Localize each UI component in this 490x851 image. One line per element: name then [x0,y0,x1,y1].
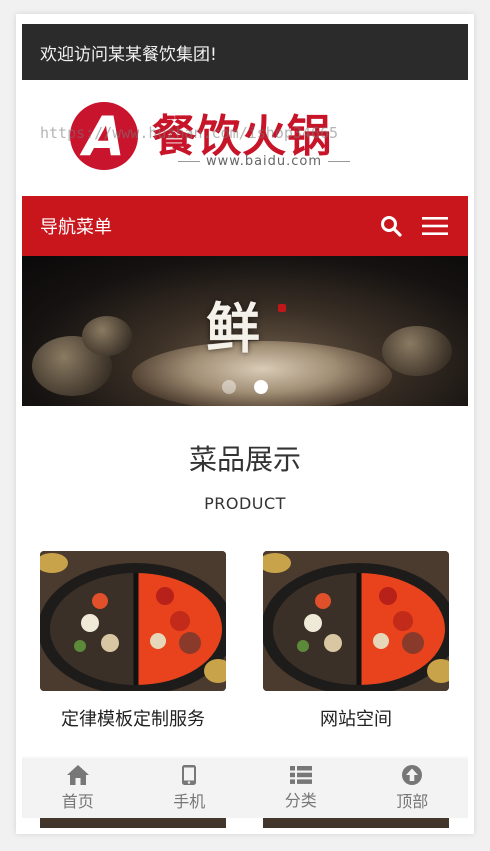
welcome-bar: 欢迎访问某某餐饮集团! [22,24,468,80]
tab-top[interactable]: 顶部 [357,758,469,818]
tab-label: 手机 [173,792,206,811]
section-subtitle: PRODUCT [204,494,286,513]
banner-slider[interactable]: 鲜 [22,256,468,406]
product-name[interactable]: 定律模板定制服务 [40,705,226,731]
slider-dot-active[interactable] [254,380,268,394]
mobile-viewport: 欢迎访问某某餐饮集团! A 餐饮火锅 www.baidu.com https:/… [22,24,468,828]
nav-menu-title[interactable]: 导航菜单 [40,213,362,239]
tab-phone[interactable]: 手机 [134,758,246,818]
tab-home[interactable]: 首页 [22,758,134,818]
banner-headline: 鲜 [206,296,260,360]
watermark-text: https://www.huzhan.com/ishop34665 [40,124,339,142]
hotpot-image[interactable] [40,551,226,691]
list-icon [289,766,312,784]
banner-food-image [132,341,392,406]
bottom-tab-bar: 首页 手机 分类 顶部 [22,758,468,818]
arrow-up-circle-icon [402,765,423,785]
phone-icon [182,765,197,785]
hamburger-menu-icon[interactable] [420,211,450,241]
nav-bar: 导航菜单 [22,196,468,256]
tab-category[interactable]: 分类 [245,758,357,818]
logo-header[interactable]: A 餐饮火锅 www.baidu.com https://www.huzhan.… [22,80,468,196]
slider-dot[interactable] [222,380,236,394]
hotpot-image[interactable] [263,551,449,691]
welcome-text: 欢迎访问某某餐饮集团! [40,44,217,65]
home-icon [66,765,89,785]
product-name[interactable]: 网站空间 [263,705,449,731]
tab-label: 顶部 [396,792,429,811]
tab-label: 首页 [61,792,94,811]
section-title: 菜品展示 [188,443,301,476]
banner-seal [278,304,286,312]
page-frame: 欢迎访问某某餐饮集团! A 餐饮火锅 www.baidu.com https:/… [16,14,474,834]
slider-dots [222,380,268,394]
search-icon[interactable] [376,211,406,241]
logo-subtitle: www.baidu.com [172,154,356,169]
tab-label: 分类 [284,791,317,810]
